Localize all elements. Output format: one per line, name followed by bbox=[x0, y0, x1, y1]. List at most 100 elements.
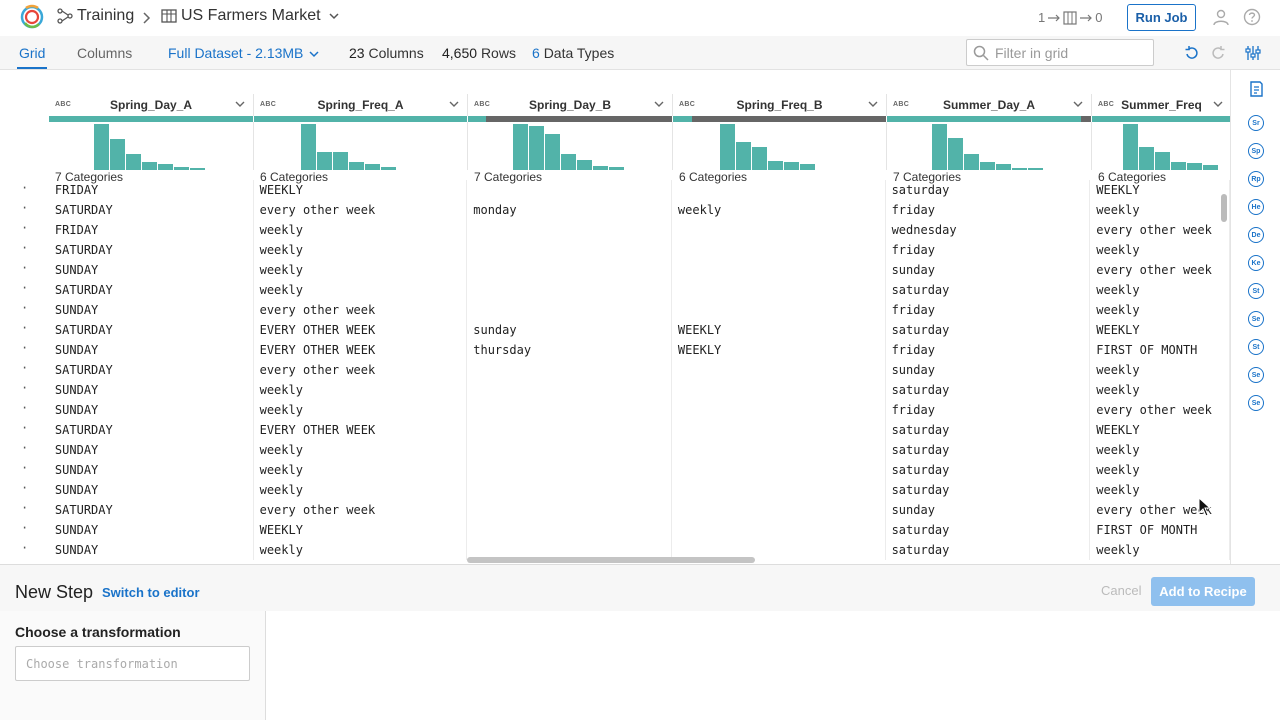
table-cell[interactable]: weekly bbox=[254, 460, 468, 480]
histogram-bar[interactable] bbox=[301, 124, 316, 170]
table-cell[interactable]: weekly bbox=[254, 260, 468, 280]
histogram-bar[interactable] bbox=[800, 164, 815, 170]
table-cell[interactable]: friday bbox=[886, 200, 1091, 220]
table-cell[interactable]: SUNDAY bbox=[49, 260, 254, 280]
table-row[interactable]: SATURDAYevery other week sundayweekly bbox=[0, 360, 1230, 380]
table-cell[interactable]: sunday bbox=[467, 320, 672, 340]
table-cell[interactable]: SUNDAY bbox=[49, 380, 254, 400]
table-cell[interactable]: EVERY OTHER WEEK bbox=[254, 320, 468, 340]
add-to-recipe-button[interactable]: Add to Recipe bbox=[1151, 577, 1255, 606]
column-header[interactable]: ABC Spring_Day_A bbox=[49, 94, 254, 116]
table-cell[interactable]: weekly bbox=[1090, 380, 1230, 400]
table-cell[interactable]: saturday bbox=[886, 440, 1091, 460]
dataset-selector[interactable]: Full Dataset - 2.13MB bbox=[168, 45, 319, 61]
column-menu-chevron-icon[interactable] bbox=[1073, 100, 1083, 108]
table-row[interactable]: SATURDAYweeklysaturdayweekly bbox=[0, 280, 1230, 300]
table-row[interactable]: SUNDAYweeklysaturdayweekly bbox=[0, 380, 1230, 400]
switch-to-editor-link[interactable]: Switch to editor bbox=[102, 585, 200, 600]
recipe-step-badge[interactable]: Sr bbox=[1248, 115, 1264, 131]
histogram-bar[interactable] bbox=[142, 162, 157, 170]
table-cell[interactable]: weekly bbox=[1090, 200, 1230, 220]
table-cell[interactable]: WEEKLY bbox=[254, 520, 468, 540]
table-cell[interactable]: saturday bbox=[886, 280, 1091, 300]
histogram-bar[interactable] bbox=[513, 124, 528, 170]
table-cell[interactable]: sunday bbox=[886, 260, 1091, 280]
histogram-bar[interactable] bbox=[980, 162, 995, 170]
table-cell[interactable] bbox=[467, 220, 672, 240]
table-cell[interactable]: SUNDAY bbox=[49, 440, 254, 460]
table-cell[interactable] bbox=[467, 400, 672, 420]
table-cell[interactable]: weekly bbox=[254, 220, 468, 240]
filter-box[interactable] bbox=[966, 39, 1154, 66]
table-cell[interactable]: every other week bbox=[1090, 400, 1230, 420]
choose-transformation-input[interactable] bbox=[15, 646, 250, 681]
column-header[interactable]: ABC Spring_Day_B bbox=[468, 94, 673, 116]
breadcrumb-dataset[interactable]: US Farmers Market bbox=[161, 7, 343, 25]
column-menu-chevron-icon[interactable] bbox=[654, 100, 664, 108]
table-cell[interactable] bbox=[467, 300, 672, 320]
table-cell[interactable]: weekly bbox=[1090, 460, 1230, 480]
histogram-bar[interactable] bbox=[365, 164, 380, 170]
table-cell[interactable]: FRIDAY bbox=[49, 220, 254, 240]
column-histogram[interactable]: 6 Categories bbox=[1092, 122, 1230, 184]
table-row[interactable]: SATURDAYweeklyfridayweekly bbox=[0, 240, 1230, 260]
table-cell[interactable]: saturday bbox=[886, 180, 1091, 200]
table-cell[interactable]: saturday bbox=[886, 460, 1091, 480]
cancel-button[interactable]: Cancel bbox=[1101, 583, 1141, 598]
table-cell[interactable] bbox=[467, 420, 672, 440]
table-row[interactable]: SUNDAYweekly sundayevery other week bbox=[0, 260, 1230, 280]
recipe-icon[interactable] bbox=[1247, 80, 1265, 98]
table-cell[interactable]: weekly bbox=[254, 380, 468, 400]
recipe-step-badge[interactable]: St bbox=[1248, 339, 1264, 355]
data-grid[interactable]: ABC Spring_Day_A ABC Spring_Freq_A ABC S… bbox=[0, 70, 1230, 564]
histogram-bar[interactable] bbox=[529, 126, 544, 170]
filter-input[interactable] bbox=[995, 44, 1145, 61]
table-cell[interactable]: SATURDAY bbox=[49, 500, 254, 520]
table-cell[interactable]: SATURDAY bbox=[49, 280, 254, 300]
data-types-stat[interactable]: 6 Data Types bbox=[532, 45, 614, 61]
table-cell[interactable]: SUNDAY bbox=[49, 520, 254, 540]
table-cell[interactable] bbox=[672, 520, 886, 540]
table-cell[interactable] bbox=[467, 440, 672, 460]
histogram-bar[interactable] bbox=[1155, 152, 1170, 170]
histogram-bar[interactable] bbox=[317, 152, 332, 170]
table-cell[interactable]: WEEKLY bbox=[672, 340, 886, 360]
column-header[interactable]: ABC Summer_Freq bbox=[1092, 94, 1230, 116]
undo-icon[interactable] bbox=[1184, 45, 1200, 61]
table-cell[interactable]: friday bbox=[886, 400, 1091, 420]
settings-sliders-icon[interactable] bbox=[1245, 45, 1261, 61]
user-icon[interactable] bbox=[1212, 8, 1230, 26]
table-cell[interactable]: every other week bbox=[1090, 220, 1230, 240]
chevron-down-icon[interactable] bbox=[329, 12, 339, 20]
run-job-button[interactable]: Run Job bbox=[1127, 4, 1196, 31]
table-cell[interactable]: saturday bbox=[886, 380, 1091, 400]
column-header[interactable]: ABC Spring_Freq_B bbox=[673, 94, 887, 116]
recipe-step-badge[interactable]: St bbox=[1248, 283, 1264, 299]
table-cell[interactable]: friday bbox=[886, 300, 1091, 320]
table-cell[interactable]: every other week bbox=[254, 200, 468, 220]
recipe-step-badge[interactable]: De bbox=[1248, 227, 1264, 243]
recipe-step-badge[interactable]: Se bbox=[1248, 311, 1264, 327]
table-cell[interactable] bbox=[467, 240, 672, 260]
table-cell[interactable]: saturday bbox=[886, 320, 1091, 340]
table-cell[interactable] bbox=[467, 180, 672, 200]
table-cell[interactable]: WEEKLY bbox=[1090, 420, 1230, 440]
table-row[interactable]: SATURDAYevery other weekmondayweeklyfrid… bbox=[0, 200, 1230, 220]
histogram-bar[interactable] bbox=[349, 162, 364, 170]
table-cell[interactable]: SATURDAY bbox=[49, 320, 254, 340]
horizontal-scrollbar[interactable] bbox=[467, 557, 755, 563]
table-cell[interactable]: monday bbox=[467, 200, 672, 220]
table-cell[interactable] bbox=[672, 460, 886, 480]
table-cell[interactable]: weekly bbox=[254, 400, 468, 420]
histogram-bar[interactable] bbox=[333, 152, 348, 170]
vertical-scrollbar[interactable] bbox=[1221, 194, 1227, 222]
column-menu-chevron-icon[interactable] bbox=[449, 100, 459, 108]
recipe-step-badge[interactable]: Sp bbox=[1248, 143, 1264, 159]
histogram-bar[interactable] bbox=[1139, 147, 1154, 170]
table-cell[interactable]: saturday bbox=[886, 420, 1091, 440]
table-cell[interactable]: saturday bbox=[886, 480, 1091, 500]
table-cell[interactable] bbox=[672, 380, 886, 400]
histogram-bar[interactable] bbox=[545, 134, 560, 170]
table-row[interactable]: SUNDAYweekly fridayevery other week bbox=[0, 400, 1230, 420]
help-icon[interactable] bbox=[1243, 8, 1261, 26]
